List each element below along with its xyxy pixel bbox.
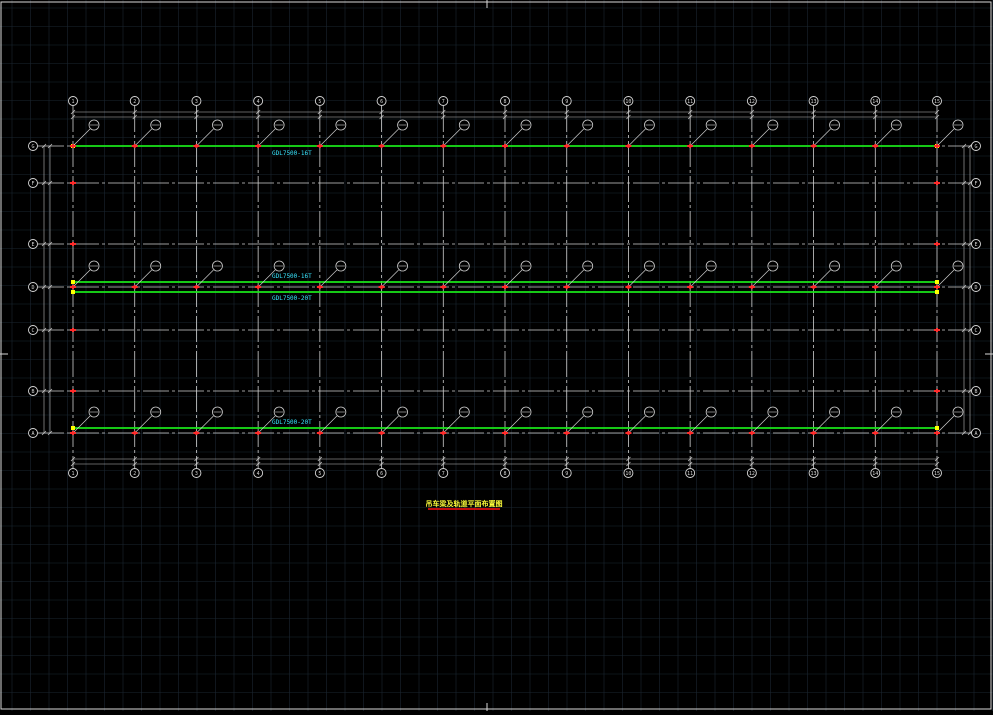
callout-leader <box>443 269 461 288</box>
axis-bubble-label-y: F <box>974 181 977 187</box>
callout-leader <box>936 269 955 288</box>
crane-beam-label: GDL7500-20T <box>272 419 312 426</box>
beam-end-post <box>71 426 75 430</box>
axis-bubble-label-x: 7 <box>442 471 445 477</box>
callout-leader <box>689 415 708 434</box>
axis-bubble-label-x: 8 <box>503 99 506 105</box>
axis-bubble-label-x: 4 <box>257 471 260 477</box>
beam-end-post <box>71 280 75 284</box>
axis-bubble-label-y: A <box>31 431 34 437</box>
drawing-title: 吊车梁及轨道平面布置图 <box>426 499 503 508</box>
axis-bubble-label-y: G <box>31 144 34 150</box>
callout-leader <box>72 415 91 434</box>
axis-bubble-label-x: 7 <box>442 99 445 105</box>
axis-bubble-label-x: 1 <box>71 471 74 477</box>
axis-bubble-label-x: 6 <box>380 99 383 105</box>
drawing-title-block: 吊车梁及轨道平面布置图 <box>426 499 503 510</box>
structural-plan-drawing[interactable]: GDL7500-16T GDL7500-16T GDL7500-20T GDL7500… <box>0 0 993 711</box>
background-grid <box>0 0 993 711</box>
callout-leader <box>134 415 152 434</box>
axis-bubble-label-x: 6 <box>380 471 383 477</box>
axis-bubble-label-x: 12 <box>749 99 755 105</box>
axis-bubble-label-y: B <box>974 389 977 395</box>
callout-leader <box>443 415 461 434</box>
axis-bubble-label-x: 2 <box>133 99 136 105</box>
callout-leader <box>751 269 770 288</box>
crane-beam-label: GDL7500-16T <box>272 273 312 280</box>
callout-leader <box>72 269 91 288</box>
axis-bubble-label-x: 11 <box>687 99 693 105</box>
axis-bubble-label-x: 15 <box>934 99 940 105</box>
beam-end-post <box>71 290 75 294</box>
sheet-border <box>0 1 992 710</box>
callout-leader <box>936 415 955 434</box>
axis-bubble-label-x: 11 <box>687 471 693 477</box>
axis-bubble-label-x: 1 <box>71 99 74 105</box>
beam-end-post <box>935 280 939 284</box>
callout-leader <box>751 415 770 434</box>
callout-leader <box>319 269 338 288</box>
callout-leader <box>319 415 338 434</box>
callout-leader <box>875 415 893 434</box>
callout-leader <box>875 269 893 288</box>
axis-bubble-label-y: E <box>974 242 977 248</box>
axis-bubble-label-x: 3 <box>195 471 198 477</box>
axis-bubble-label-y: B <box>31 389 34 395</box>
callout-leader <box>566 269 584 288</box>
callout-leader <box>196 415 214 434</box>
axis-bubble-label-x: 8 <box>503 471 506 477</box>
axis-bubble-label-x: 5 <box>318 99 321 105</box>
axis-bubble-label-y: A <box>974 431 977 437</box>
crane-beam-label: GDL7500-20T <box>272 295 312 302</box>
cad-canvas[interactable]: GDL7500-16T GDL7500-16T GDL7500-20T GDL7500… <box>0 0 993 711</box>
callout-leader <box>628 269 646 288</box>
axis-bubble-label-x: 14 <box>872 99 878 105</box>
axis-bubble-label-x: 9 <box>565 99 568 105</box>
sheet-frame <box>0 0 993 711</box>
axis-bubble-label-x: 15 <box>934 471 940 477</box>
callout-leader <box>381 269 399 288</box>
callout-leader <box>381 415 399 434</box>
axis-bubble-label-y: D <box>974 285 977 291</box>
beam-end-post <box>935 290 939 294</box>
axis-bubble-label-x: 9 <box>565 471 568 477</box>
axis-bubble-label-x: 4 <box>257 99 260 105</box>
detail-callouts <box>72 119 964 434</box>
axis-bubble-label-y: E <box>31 242 34 248</box>
callout-leader <box>813 269 831 288</box>
callout-leader <box>134 269 152 288</box>
axis-bubble-label-x: 2 <box>133 471 136 477</box>
axis-bubble-label-y: D <box>31 285 34 291</box>
callout-leader <box>504 269 523 288</box>
axis-bubble-label-y: C <box>31 328 34 334</box>
callout-leader <box>813 415 831 434</box>
axis-bubble-label-x: 10 <box>625 99 631 105</box>
callout-leader <box>689 269 708 288</box>
callout-leader <box>504 415 523 434</box>
axis-bubble-label-x: 13 <box>811 471 817 477</box>
callout-leader <box>566 415 584 434</box>
beam-end-post <box>935 426 939 430</box>
callout-leader <box>628 415 646 434</box>
axis-bubble-label-x: 10 <box>625 471 631 477</box>
crane-beam-label: GDL7500-16T <box>272 150 312 157</box>
callout-leader <box>196 269 214 288</box>
axis-bubble-label-x: 13 <box>811 99 817 105</box>
axis-bubble-label-x: 12 <box>749 471 755 477</box>
axis-bubble-label-y: G <box>974 144 977 150</box>
axis-bubble-label-x: 5 <box>318 471 321 477</box>
axis-bubble-label-x: 3 <box>195 99 198 105</box>
axis-bubble-label-y: C <box>974 328 977 334</box>
axis-bubble-label-x: 14 <box>872 471 878 477</box>
axis-bubble-label-y: F <box>31 181 34 187</box>
